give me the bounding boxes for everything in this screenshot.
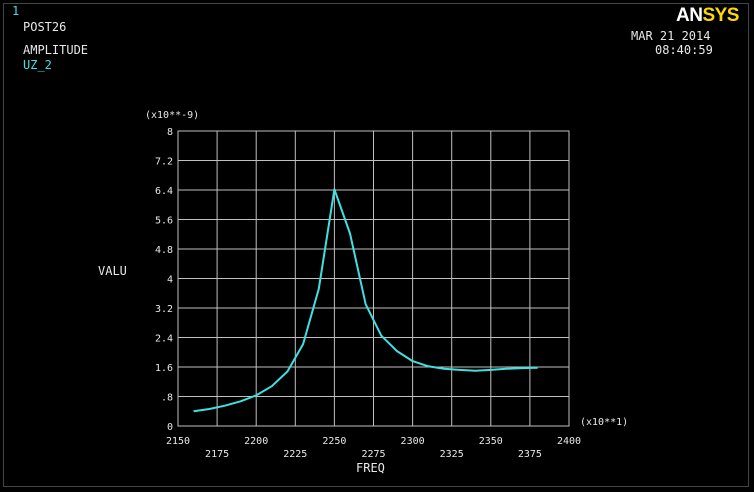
grid: [178, 131, 569, 426]
x-tick-label: 2350: [479, 436, 503, 447]
y-tick-label: 4.8: [155, 245, 173, 256]
y-tick-label: 1.6: [155, 363, 173, 374]
x-tick-label: 2225: [283, 449, 307, 460]
x-tick-label: 2150: [166, 436, 190, 447]
series-line: [193, 188, 538, 413]
y-axis-label: VALU: [98, 264, 127, 278]
x-tick-label: 2375: [518, 449, 542, 460]
x-axis-label: FREQ: [356, 461, 385, 475]
y-tick-label: 8: [167, 127, 173, 138]
y-tick-label: 4: [167, 275, 173, 286]
x-tick-label: 2300: [401, 436, 425, 447]
x-tick-label: 2200: [244, 436, 268, 447]
series-layer: [193, 188, 538, 413]
y-tick-label: .8: [161, 393, 173, 404]
x-tick-label: 2175: [205, 449, 229, 460]
y-tick-label: 5.6: [155, 216, 173, 227]
x-tick-label: 2400: [557, 436, 581, 447]
x-multiplier: (x10**1): [580, 417, 628, 428]
y-tick-label: 3.2: [155, 304, 173, 315]
x-tick-label: 2250: [322, 436, 346, 447]
y-tick-label: 7.2: [155, 157, 173, 168]
chart: 0 .8 1.6 2.4 3.2 4 4.8 5.6 6.4 7.2 8 2150 2200 2250 23…: [98, 110, 628, 475]
x-tick-label: 2325: [440, 449, 464, 460]
y-multiplier: (x10**-9): [145, 110, 199, 121]
x-tick-label: 2275: [361, 449, 385, 460]
y-tick-label: 6.4: [155, 186, 173, 197]
y-tick-label: 0: [167, 422, 173, 433]
axes: 0 .8 1.6 2.4 3.2 4 4.8 5.6 6.4 7.2 8 2150 2200 2250 23…: [155, 127, 581, 460]
y-tick-label: 2.4: [155, 334, 173, 345]
